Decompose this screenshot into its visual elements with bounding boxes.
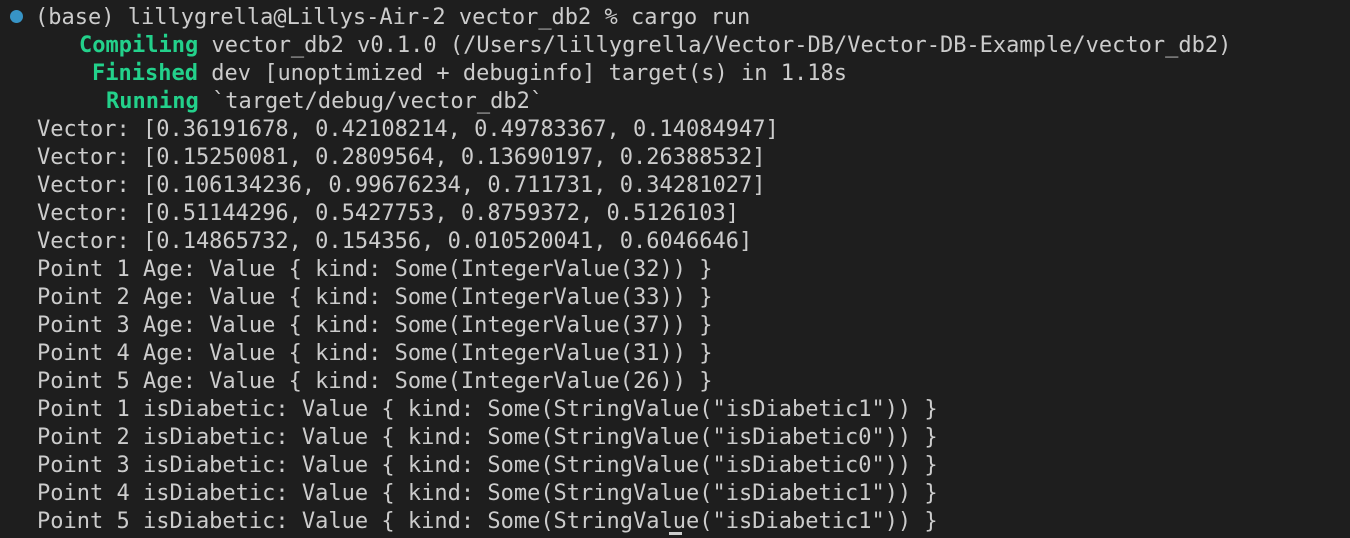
cargo-message: dev [unoptimized + debuginfo] target(s) … (197, 61, 847, 86)
text-cursor (669, 532, 682, 535)
prompt-command: (base) lillygrella@Lillys-Air-2 vector_d… (35, 5, 751, 30)
output-line: Point 2 Age: Value { kind: Some(IntegerV… (37, 285, 713, 310)
output-line: Vector: [0.106134236, 0.99676234, 0.7117… (37, 173, 766, 198)
output-line: Point 1 isDiabetic: Value { kind: Some(S… (37, 397, 938, 422)
output-line: Vector: [0.36191678, 0.42108214, 0.49783… (37, 117, 779, 142)
output-line: Point 5 Age: Value { kind: Some(IntegerV… (37, 369, 713, 394)
output-line: Vector: [0.51144296, 0.5427753, 0.875937… (37, 201, 739, 226)
output-line: Point 4 Age: Value { kind: Some(IntegerV… (37, 341, 713, 366)
prompt-line: (base) lillygrella@Lillys-Air-2 vector_d… (0, 4, 1350, 32)
output-line: Point 2 isDiabetic: Value { kind: Some(S… (37, 425, 938, 450)
output-line: Vector: [0.14865732, 0.154356, 0.0105200… (37, 229, 753, 254)
cargo-message: vector_db2 v0.1.0 (/Users/lillygrella/Ve… (198, 33, 1232, 58)
output-line: Vector: [0.15250081, 0.2809564, 0.136901… (37, 145, 766, 170)
circle-dot-icon (10, 10, 23, 23)
cargo-status-line: Running `target/debug/vector_db2` (0, 88, 1350, 116)
cargo-message: `target/debug/vector_db2` (198, 89, 544, 114)
cargo-status-line: Finished dev [unoptimized + debuginfo] t… (0, 60, 1350, 88)
cargo-status: Running (106, 89, 199, 114)
output-line: Point 1 Age: Value { kind: Some(IntegerV… (37, 257, 713, 282)
cargo-status: Finished (92, 61, 198, 86)
output-line: Point 3 isDiabetic: Value { kind: Some(S… (37, 453, 938, 478)
cargo-status-line: Compiling vector_db2 v0.1.0 (/Users/lill… (0, 32, 1350, 60)
output-line: Point 4 isDiabetic: Value { kind: Some(S… (37, 481, 938, 506)
output-line: Point 3 Age: Value { kind: Some(IntegerV… (37, 313, 713, 338)
terminal-panel[interactable]: (base) lillygrella@Lillys-Air-2 vector_d… (0, 0, 1350, 538)
cargo-status: Compiling (79, 33, 199, 58)
